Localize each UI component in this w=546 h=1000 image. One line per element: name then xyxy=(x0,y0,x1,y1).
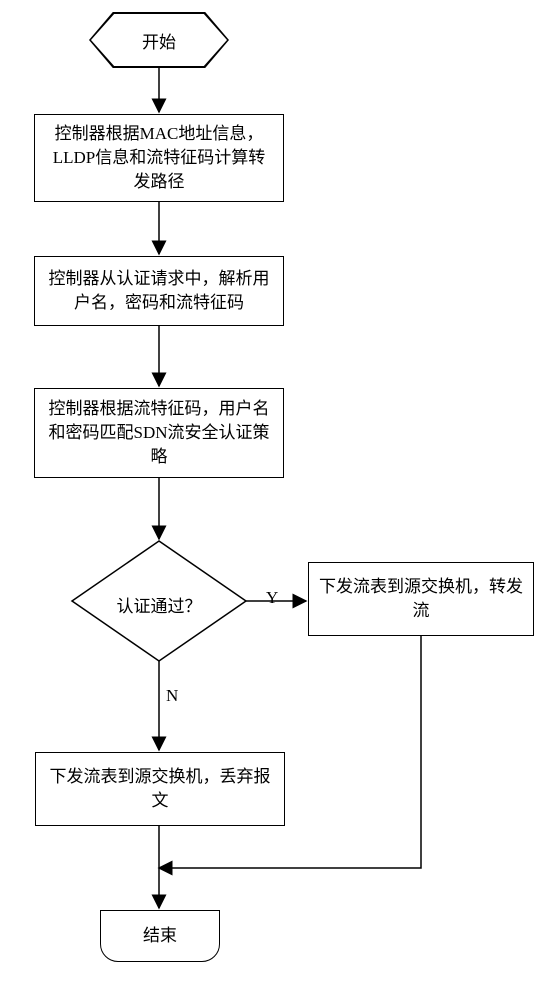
process-compute-path: 控制器根据MAC地址信息，LLDP信息和流特征码计算转发路径 xyxy=(34,114,284,202)
decision-no-label: N xyxy=(166,686,178,706)
decision-auth-pass-text: 认证通过？ xyxy=(84,592,234,617)
end-label: 结束 xyxy=(143,924,177,948)
process-forward-flow-text: 下发流表到源交换机，转发流 xyxy=(319,575,523,623)
process-parse-request-text: 控制器从认证请求中，解析用户名，密码和流特征码 xyxy=(45,267,273,315)
end-terminal: 结束 xyxy=(100,910,220,962)
process-match-policy: 控制器根据流特征码，用户名和密码匹配SDN流安全认证策略 xyxy=(34,388,284,478)
process-compute-path-text: 控制器根据MAC地址信息，LLDP信息和流特征码计算转发路径 xyxy=(45,122,273,193)
process-match-policy-text: 控制器根据流特征码，用户名和密码匹配SDN流安全认证策略 xyxy=(45,397,273,468)
process-drop-packet-text: 下发流表到源交换机，丢弃报文 xyxy=(46,765,274,813)
process-parse-request: 控制器从认证请求中，解析用户名，密码和流特征码 xyxy=(34,256,284,326)
process-forward-flow: 下发流表到源交换机，转发流 xyxy=(308,562,534,636)
process-drop-packet: 下发流表到源交换机，丢弃报文 xyxy=(35,752,285,826)
decision-yes-label: Y xyxy=(266,588,278,608)
start-label: 开始 xyxy=(91,14,227,66)
